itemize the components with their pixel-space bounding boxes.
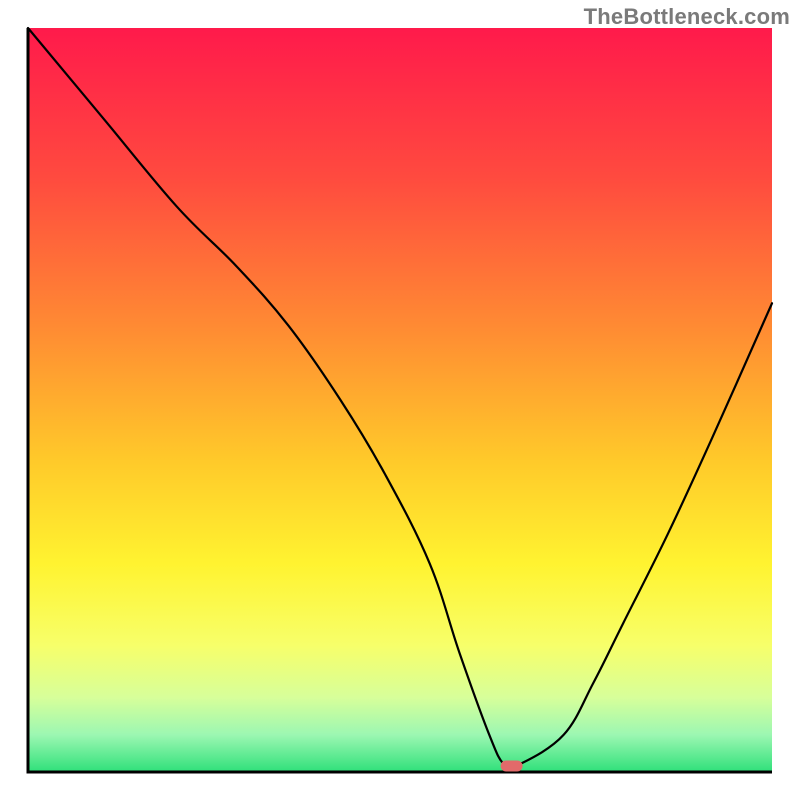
watermark-text: TheBottleneck.com	[584, 4, 790, 30]
chart-container: TheBottleneck.com	[0, 0, 800, 800]
bottleneck-chart	[0, 0, 800, 800]
plot-background	[28, 28, 772, 772]
bottleneck-marker	[501, 761, 523, 772]
